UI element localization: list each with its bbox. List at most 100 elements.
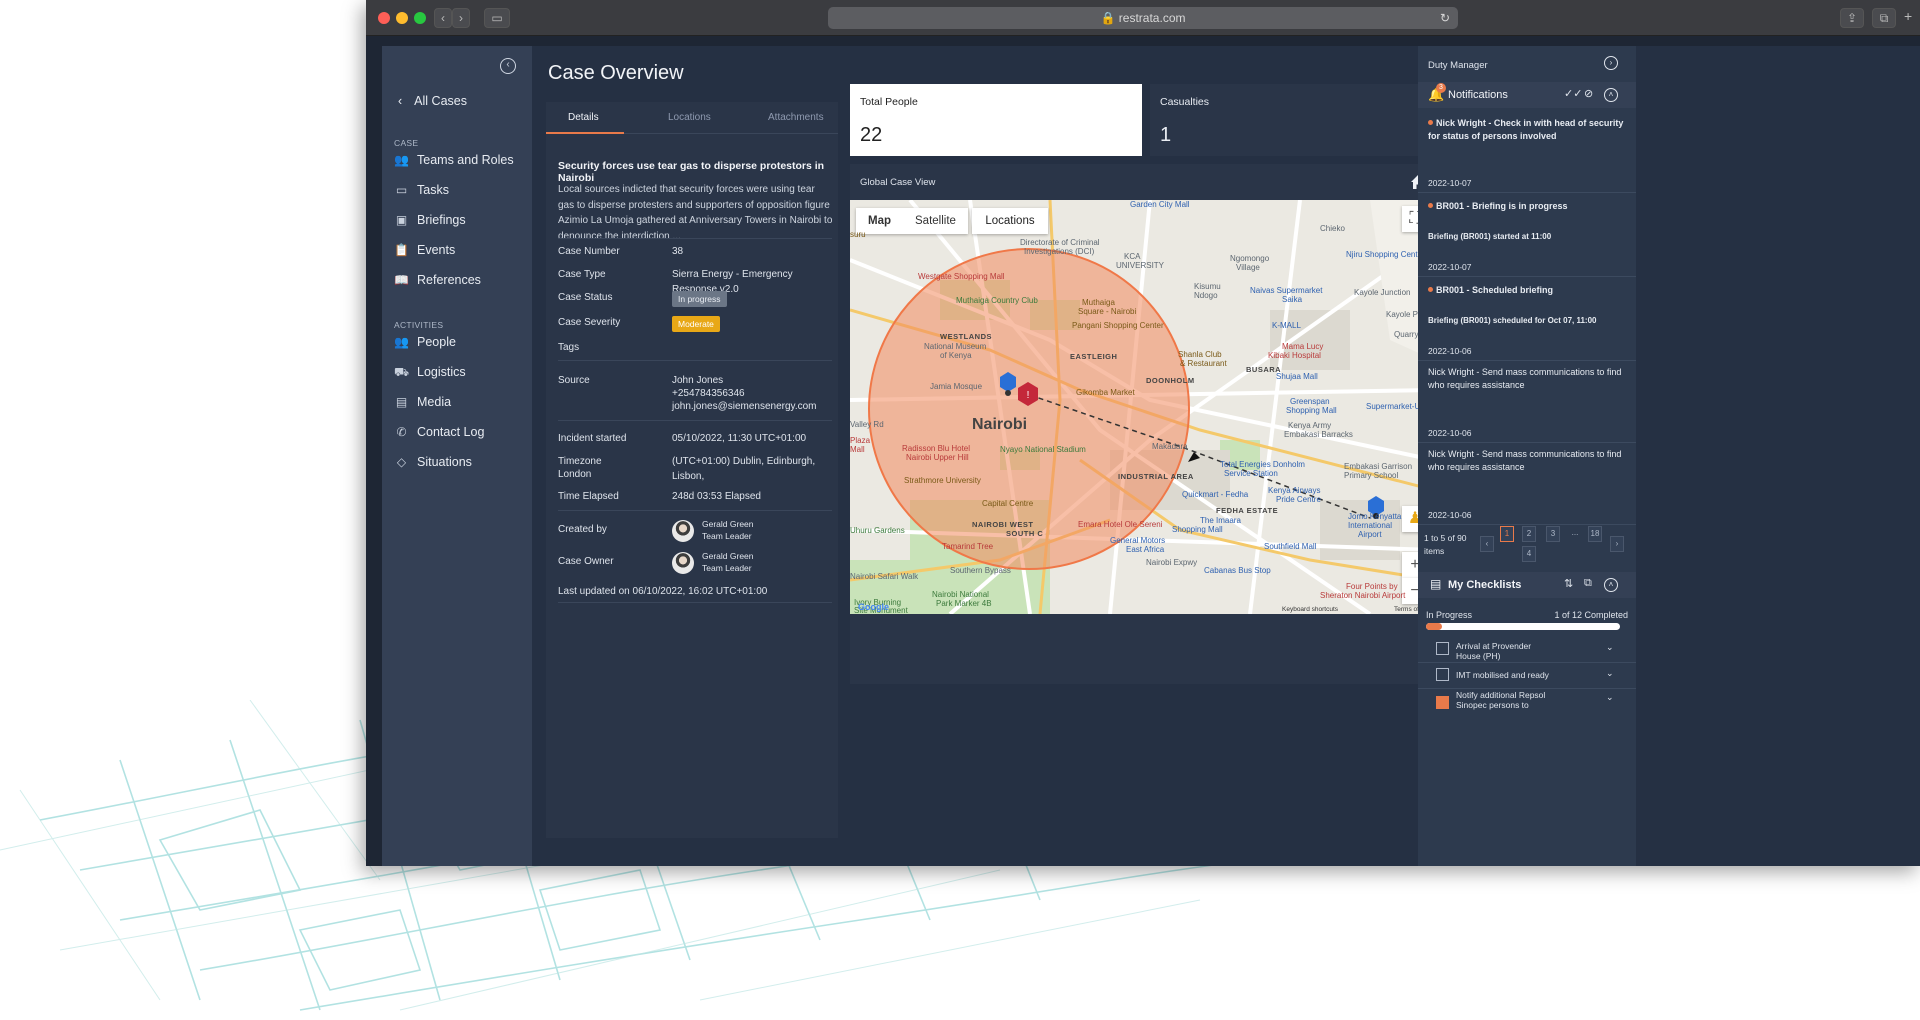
checklist-checkbox[interactable] (1436, 668, 1449, 681)
chevron-down-icon[interactable]: ⌄ (1606, 668, 1614, 679)
next-page-button[interactable]: › (1610, 536, 1624, 552)
mark-all-read-icon[interactable]: ✓✓ (1564, 87, 1582, 100)
close-window-dot[interactable] (378, 12, 390, 24)
map-canvas[interactable]: ! Map Satellite Locations ⛶ ♟ + − Nairob… (850, 200, 1434, 614)
total-people-card[interactable]: Total People 22 (850, 84, 1142, 156)
notification-item-5[interactable]: Nick Wright - Send mass communications t… (1428, 448, 1624, 474)
map-label: Emara Hotel Ole Sereni (1078, 520, 1163, 529)
chevron-down-icon[interactable]: ⌄ (1606, 692, 1614, 703)
sidebar-item-teams-and-roles[interactable]: 👥 Teams and Roles (394, 150, 514, 170)
reload-icon[interactable]: ↻ (1440, 7, 1450, 29)
page-button-1[interactable]: 1 (1500, 526, 1514, 542)
collapse-checklists-icon[interactable]: ˄ (1604, 578, 1618, 592)
divider (1418, 276, 1636, 277)
checklist-checkbox-checked[interactable] (1436, 696, 1449, 709)
sidebar-toggle-icon[interactable]: ▭ (484, 8, 510, 28)
case-owner-name: Gerald Green (702, 551, 754, 561)
map-label: The Imaara (1200, 516, 1241, 525)
sidebar-item-logistics[interactable]: ⛟ Logistics (394, 362, 466, 382)
sort-icon[interactable]: ⇅ (1564, 577, 1573, 590)
incident-description: Local sources indicted that security for… (558, 184, 833, 242)
map-type-satellite-button[interactable]: Satellite (903, 208, 968, 234)
map-label: Southfield Mall (1264, 542, 1317, 551)
sidebar-item-label: Tasks (417, 183, 449, 197)
notification-date: 2022-10-06 (1428, 346, 1472, 356)
notification-item-3[interactable]: BR001 - Scheduled briefing (1428, 284, 1624, 297)
maximize-window-dot[interactable] (414, 12, 426, 24)
notification-text: BR001 - Scheduled briefing (1436, 285, 1554, 295)
locations-button[interactable]: Locations (972, 208, 1048, 234)
briefing-icon: ▣ (395, 212, 408, 227)
progress-count: 1 of 12 Completed (1554, 610, 1628, 620)
checklist-checkbox[interactable] (1436, 642, 1449, 655)
forward-arrow-icon[interactable]: › (452, 8, 470, 28)
casualties-card[interactable]: Casualties 1 (1150, 84, 1434, 156)
sidebar-item-briefings[interactable]: ▣ Briefings (394, 210, 466, 230)
map-label: Nairobi Upper Hill (906, 453, 969, 462)
map-label: Shopping Mall (1172, 525, 1223, 534)
chevron-down-icon[interactable]: ⌄ (1606, 642, 1614, 653)
sidebar-item-events[interactable]: 📋 Events (394, 240, 455, 260)
minimize-window-dot[interactable] (396, 12, 408, 24)
checklist-item-1: Arrival at Provender House (PH) (1456, 641, 1586, 661)
app-root: ‹ ‹ All Cases CASE 👥 Teams and Roles ▭ Tas… (382, 46, 1920, 866)
back-arrow-icon[interactable]: ‹ (434, 8, 452, 28)
new-tab-icon[interactable]: + (1904, 8, 1912, 24)
address-bar[interactable]: 🔒 restrata.com ↻ (828, 7, 1458, 29)
map-label: Radisson Blu Hotel (902, 444, 971, 453)
map-label: General Motors (1110, 536, 1166, 545)
map-label: Strathmore University (904, 476, 981, 485)
mute-bell-icon[interactable]: ⊘ (1584, 87, 1593, 100)
chevron-right-circle-icon[interactable]: › (1604, 56, 1618, 70)
map-label: Square - Nairobi (1078, 307, 1137, 316)
page-button-3[interactable]: 3 (1546, 526, 1560, 542)
tabs-overview-icon[interactable]: ⧉ (1872, 8, 1896, 28)
page-button-2[interactable]: 2 (1522, 526, 1536, 542)
map-label: National Museum (924, 342, 987, 351)
lock-icon: 🔒 (1100, 11, 1116, 25)
notification-item-1[interactable]: Nick Wright - Check in with head of secu… (1428, 117, 1624, 143)
map-type-control: Map Satellite (856, 208, 968, 234)
divider (1418, 524, 1636, 525)
divider (558, 510, 832, 511)
source-email[interactable]: john.jones@siemensenergy.com (672, 399, 816, 414)
share-icon[interactable]: ⇪ (1840, 8, 1864, 28)
sidebar-item-contact-log[interactable]: ✆ Contact Log (394, 422, 484, 442)
map-label: Total Energies Donholm (1220, 460, 1305, 469)
page-button-18[interactable]: 18 (1588, 526, 1602, 542)
created-by-label: Created by (558, 524, 607, 535)
collapse-notifications-icon[interactable]: ˄ (1604, 88, 1618, 102)
notification-subtext: Briefing (BR001) scheduled for Oct 07, 1… (1428, 316, 1597, 325)
sidebar-item-people[interactable]: 👥 People (394, 332, 456, 352)
sidebar-item-media[interactable]: ▤ Media (394, 392, 451, 412)
casualties-value: 1 (1160, 124, 1172, 146)
map-label: Jomo Kenyatta (1348, 512, 1402, 521)
external-link-icon[interactable]: ⧉ (1584, 577, 1592, 590)
notification-item-2[interactable]: BR001 - Briefing is in progress (1428, 200, 1624, 213)
tab-locations[interactable]: Locations (668, 112, 711, 123)
map-label: Njiru Shopping Centre (1346, 250, 1425, 259)
tab-details[interactable]: Details (568, 112, 599, 123)
checklist-item-text: House (PH) (1456, 651, 1501, 661)
source-label: Source (558, 375, 590, 386)
map-label: Quarry (1394, 330, 1419, 339)
keyboard-shortcuts-link[interactable]: Keyboard shortcuts (1282, 606, 1338, 613)
right-panel: Duty Manager › 🔔 3 Notifications ✓✓ ⊘ ˄ … (1418, 46, 1636, 866)
notification-item-4[interactable]: Nick Wright - Send mass communications t… (1428, 366, 1624, 392)
map-label: Valley Rd (850, 420, 884, 429)
collapse-sidebar-icon[interactable]: ‹ (500, 58, 516, 74)
section-activities-heading: ACTIVITIES (394, 320, 444, 330)
sidebar-item-situations[interactable]: ◇ Situations (394, 452, 472, 472)
sidebar-item-tasks[interactable]: ▭ Tasks (394, 180, 449, 200)
map-label: Investigations (DCI) (1024, 247, 1095, 256)
incident-started-value: 05/10/2022, 11:30 UTC+01:00 (672, 433, 807, 444)
sidebar-item-references[interactable]: 📖 References (394, 270, 481, 290)
page-button-4[interactable]: 4 (1522, 546, 1536, 562)
prev-page-button[interactable]: ‹ (1480, 536, 1494, 552)
unread-dot-icon (1428, 203, 1433, 208)
sidebar-item-label: Logistics (417, 365, 466, 379)
unread-dot-icon (1428, 120, 1433, 125)
tab-attachments[interactable]: Attachments (768, 112, 824, 123)
all-cases-link[interactable]: ‹ All Cases (398, 94, 467, 108)
tags-label: Tags (558, 342, 580, 353)
